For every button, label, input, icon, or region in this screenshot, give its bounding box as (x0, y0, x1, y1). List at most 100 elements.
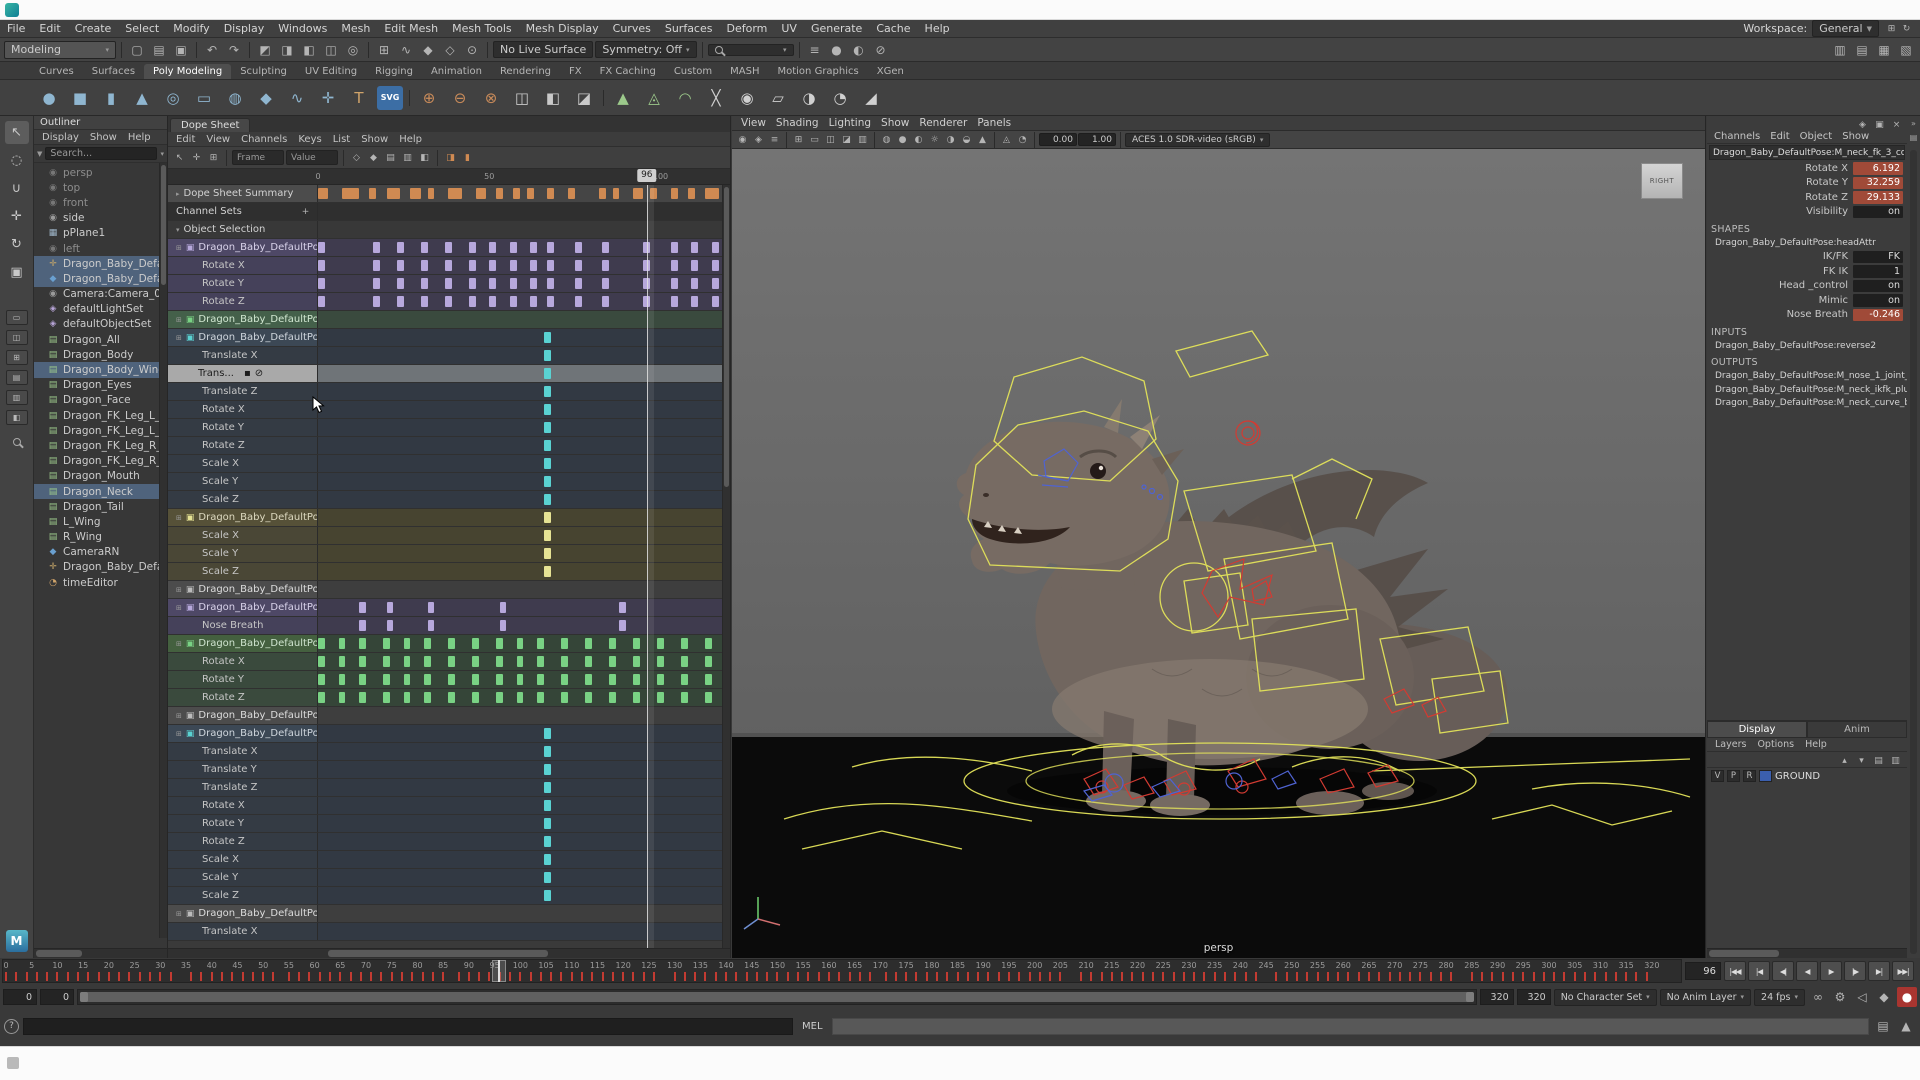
keyframe[interactable] (575, 242, 582, 253)
textured-mode-icon[interactable]: ◐ (911, 132, 926, 147)
keyframe[interactable] (544, 404, 551, 415)
keyframe[interactable] (428, 602, 435, 613)
outliner-vscrollbar[interactable] (159, 163, 167, 938)
step-back-key-button[interactable]: ◀| (1772, 961, 1794, 981)
menu-generate[interactable]: Generate (804, 21, 869, 36)
keyframe[interactable] (585, 656, 592, 667)
outliner-item-front[interactable]: ◉front (34, 195, 167, 210)
snap-plane-icon[interactable]: ◇ (440, 40, 460, 60)
keyframe[interactable] (410, 188, 420, 199)
keyframe[interactable] (517, 638, 524, 649)
attribute-row-rotate-z[interactable]: Rotate Z29.133 (1707, 190, 1907, 205)
command-language-toggle[interactable]: MEL (797, 1021, 828, 1032)
outliner-item-pplane1[interactable]: ▦pPlane1 (34, 226, 167, 241)
extract-icon[interactable]: ◪ (569, 83, 599, 113)
menu-help[interactable]: Help (918, 21, 957, 36)
keyframe[interactable] (421, 242, 428, 253)
keyframe[interactable] (517, 692, 524, 703)
dope-vscroll-thumb[interactable] (724, 187, 729, 487)
keyframe[interactable] (387, 620, 394, 631)
dope-row-keys[interactable] (318, 815, 730, 832)
keyframe[interactable] (585, 638, 592, 649)
poly-cylinder-icon[interactable]: ▮ (96, 83, 126, 113)
keyframe[interactable] (544, 836, 551, 847)
layer-editor-menu-options[interactable]: Options (1752, 739, 1799, 750)
dope-row-keys[interactable] (318, 743, 730, 760)
outliner-item-l-wing[interactable]: ▤L_Wing (34, 514, 167, 529)
dope-row-keys[interactable] (318, 383, 730, 400)
outliner-item-dragon-fk-leg-l-f[interactable]: ▤Dragon_FK_Leg_L_F (34, 423, 167, 438)
dope-row-dragon-baby-defaultpose-m[interactable]: ⊞▣Dragon_Baby_DefaultPose:M (168, 239, 730, 257)
keyframe[interactable] (383, 638, 390, 649)
keyframe[interactable] (472, 656, 479, 667)
output-node-name[interactable]: Dragon_Baby_DefaultPose:M_neck_curve_ble… (1707, 397, 1907, 411)
keyframe[interactable] (575, 260, 582, 271)
keyframe[interactable] (585, 692, 592, 703)
dope-row-scale-x[interactable]: Scale X (168, 851, 730, 869)
boolean-difference-icon[interactable]: ⊖ (445, 83, 475, 113)
shelf-tab-rendering[interactable]: Rendering (491, 64, 560, 79)
keyframe[interactable] (500, 602, 507, 613)
attribute-editor-toggle-icon[interactable]: ▥ (1830, 40, 1850, 60)
keyframe[interactable] (445, 278, 452, 289)
keyframe[interactable] (318, 278, 325, 289)
keyframe[interactable] (510, 296, 517, 307)
mute-audio-icon[interactable]: ◁ (1852, 987, 1872, 1007)
dope-row-keys[interactable] (318, 185, 730, 202)
keyframe[interactable] (547, 260, 554, 271)
keyframe[interactable] (609, 656, 616, 667)
poly-cube-icon[interactable]: ■ (65, 83, 95, 113)
dope-row-translate-z[interactable]: Translate Z (168, 779, 730, 797)
outliner-item-left[interactable]: ◉left (34, 241, 167, 256)
outliner-item-camerarn[interactable]: ◆CameraRN (34, 545, 167, 560)
keyframe[interactable] (544, 350, 551, 361)
outliner-menu-show[interactable]: Show (85, 132, 122, 143)
menu-select[interactable]: Select (118, 21, 166, 36)
keyframe[interactable] (712, 260, 719, 271)
select-component-icon[interactable]: ◧ (299, 40, 319, 60)
layout-two-pane[interactable]: ◫ (6, 330, 28, 345)
dope-row-keys[interactable] (318, 311, 730, 328)
safe-action-icon[interactable]: ▥ (855, 132, 870, 147)
keyframe[interactable] (633, 692, 640, 703)
dope-row-dragon-baby-defaultpose[interactable]: ⊞▣Dragon_Baby_DefaultPose (168, 509, 730, 527)
film-gate-icon[interactable]: ▭ (807, 132, 822, 147)
symmetry-dropdown[interactable]: Symmetry: Off▾ (595, 41, 696, 58)
dope-row-rotate-x[interactable]: Rotate X (168, 401, 730, 419)
boolean-intersect-icon[interactable]: ⊗ (476, 83, 506, 113)
dope-row-keys[interactable] (318, 275, 730, 292)
keyframe[interactable] (585, 674, 592, 685)
shadows-toggle-icon[interactable]: ◑ (943, 132, 958, 147)
dope-row-rotate-y[interactable]: Rotate Y (168, 419, 730, 437)
rotate-tool[interactable]: ↻ (5, 233, 29, 256)
menu-edit[interactable]: Edit (32, 21, 67, 36)
keyframe[interactable] (544, 530, 551, 541)
play-forward-button[interactable]: ▶ (1820, 961, 1842, 981)
keyframe[interactable] (318, 692, 325, 703)
smooth-icon[interactable]: ◔ (825, 83, 855, 113)
dope-row-keys[interactable] (318, 239, 730, 256)
keyframe[interactable] (445, 242, 452, 253)
expander-icon[interactable]: ⊞ (176, 640, 182, 648)
menu-cache[interactable]: Cache (869, 21, 917, 36)
keyframe[interactable] (568, 188, 575, 199)
range-slider-left-grip[interactable] (80, 992, 88, 1002)
outliner-vscroll-thumb[interactable] (161, 165, 166, 285)
keyframe[interactable] (705, 674, 712, 685)
dope-row-keys[interactable] (318, 599, 730, 616)
dope-row-object-selection[interactable]: ▾Object Selection (168, 221, 730, 239)
keyframe[interactable] (318, 674, 325, 685)
keyframe[interactable] (424, 692, 431, 703)
keyframe[interactable] (359, 692, 366, 703)
dope-row-keys[interactable] (318, 797, 730, 814)
dope-row-scale-z[interactable]: Scale Z (168, 491, 730, 509)
use-all-lights-icon[interactable]: ☼ (927, 132, 942, 147)
attribute-value[interactable]: on (1853, 294, 1903, 307)
animation-end-field[interactable]: 320 (1517, 989, 1551, 1005)
dope-row-rotate-z[interactable]: Rotate Z (168, 437, 730, 455)
render-icon[interactable]: ● (827, 40, 847, 60)
dope-menu-show[interactable]: Show (356, 134, 393, 145)
dope-row-dragon-baby-defaultpose[interactable]: ⊞▣Dragon_Baby_DefaultPose (168, 329, 730, 347)
layout-hypershade[interactable]: ◧ (6, 410, 28, 425)
dope-sheet-tab[interactable]: Dope Sheet (170, 118, 250, 132)
